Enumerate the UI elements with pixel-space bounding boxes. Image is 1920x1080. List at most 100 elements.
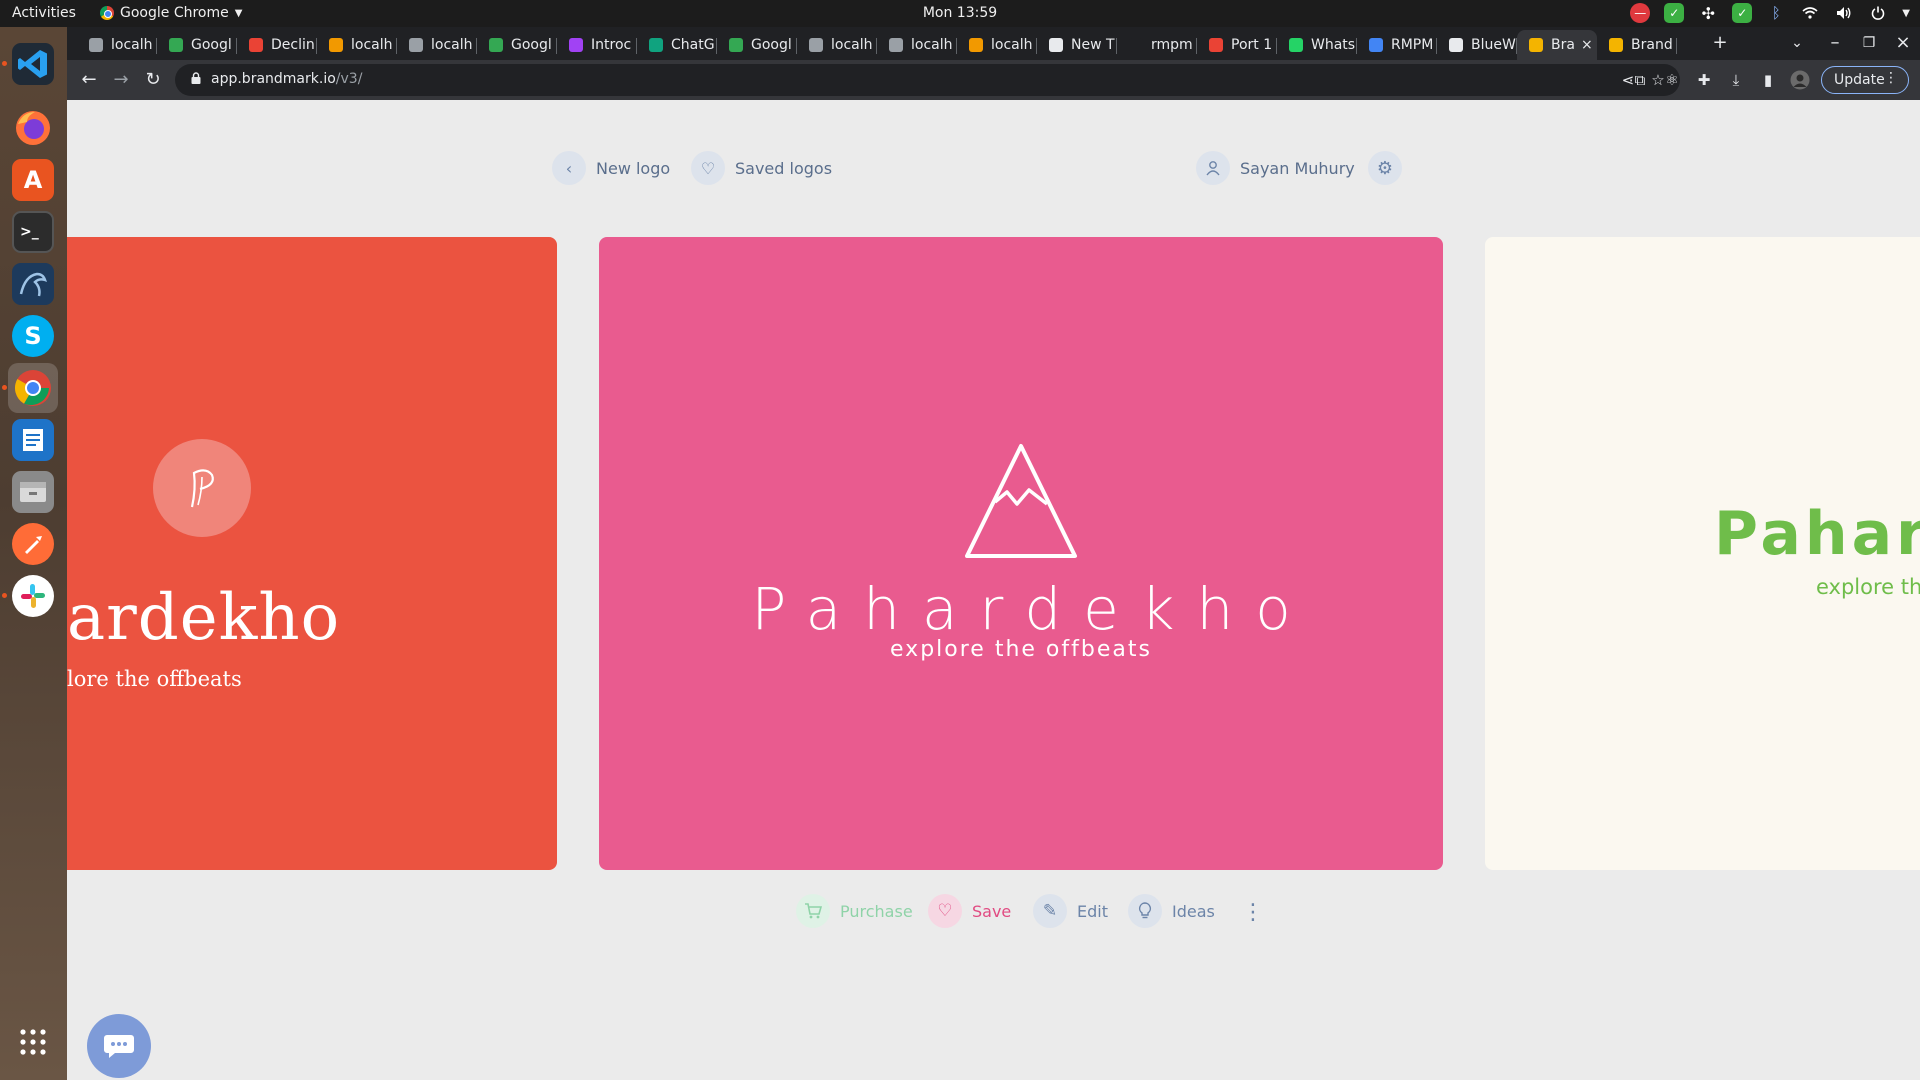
browser-tab[interactable]: localh xyxy=(877,30,957,60)
app-menu[interactable]: Google Chrome ▼ xyxy=(100,5,242,21)
saved-logos-link[interactable]: ♡ Saved logos xyxy=(691,151,832,185)
dock-skype[interactable]: S xyxy=(8,311,58,361)
browser-tab[interactable]: Whats xyxy=(1277,30,1357,60)
wifi-icon[interactable] xyxy=(1800,3,1820,23)
power-icon[interactable] xyxy=(1868,3,1888,23)
browser-tab[interactable]: Googl xyxy=(157,30,237,60)
firefox-icon xyxy=(12,107,54,149)
reload-button[interactable]: ↻ xyxy=(141,68,165,92)
vscode-icon xyxy=(12,43,54,85)
tab-title: BlueW xyxy=(1471,37,1516,53)
tab-favicon-icon xyxy=(1609,38,1623,52)
tab-favicon-icon xyxy=(1369,38,1383,52)
new-tab-button[interactable]: + xyxy=(1708,32,1732,53)
chevron-down-icon[interactable]: ▼ xyxy=(1902,8,1910,19)
tab-title: localh xyxy=(431,37,473,53)
browser-tab[interactable]: Declin xyxy=(237,30,317,60)
download-icon[interactable]: ⤓ xyxy=(1726,70,1746,90)
new-logo-link[interactable]: ‹ New logo xyxy=(552,151,670,185)
dock-terminal[interactable]: >_ xyxy=(8,207,58,257)
purchase-button[interactable]: Purchase xyxy=(796,894,913,928)
chat-support-button[interactable] xyxy=(87,1014,151,1078)
edit-button[interactable]: ✎ Edit xyxy=(1033,894,1108,928)
dock-show-apps[interactable] xyxy=(8,1017,58,1067)
logo-card-previous[interactable]: ardekho lore the offbeats xyxy=(67,237,557,870)
extensions-puzzle-icon[interactable]: ✚ xyxy=(1694,70,1714,90)
dock-mysql[interactable] xyxy=(8,259,58,309)
address-bar[interactable]: app.brandmark.io/v3/ ⋖ ☆ xyxy=(175,64,1680,96)
forward-button[interactable]: → xyxy=(109,68,133,92)
activities-button[interactable]: Activities xyxy=(12,5,76,21)
skype-icon: S xyxy=(12,315,54,357)
more-options-icon[interactable]: ⋮ xyxy=(1242,900,1264,925)
browser-tab[interactable]: ChatG xyxy=(637,30,717,60)
back-button[interactable]: ← xyxy=(77,68,101,92)
side-panel-icon[interactable]: ▮ xyxy=(1758,70,1778,90)
react-devtools-icon[interactable]: ⚛ xyxy=(1662,70,1682,90)
lightbulb-icon xyxy=(1128,894,1162,928)
tab-title: Port 1 xyxy=(1231,37,1273,53)
browser-tab[interactable]: Brand xyxy=(1597,30,1677,60)
tab-search-button[interactable]: ⌄ xyxy=(1785,35,1809,51)
browser-tab[interactable]: Googl xyxy=(477,30,557,60)
browser-tab[interactable]: New T xyxy=(1037,30,1117,60)
browser-tab[interactable]: localh xyxy=(797,30,877,60)
check-icon[interactable]: ✓ xyxy=(1664,3,1685,23)
save-button[interactable]: ♡ Save xyxy=(928,894,1011,928)
browser-tab[interactable]: localh xyxy=(397,30,477,60)
software-center-icon: A xyxy=(12,159,54,201)
tab-close-icon[interactable]: × xyxy=(1581,37,1593,53)
close-window-button[interactable]: × xyxy=(1891,32,1915,53)
update-button[interactable]: Update ⋮ xyxy=(1821,66,1909,94)
ideas-label: Ideas xyxy=(1172,901,1215,921)
dock: A >_ S xyxy=(0,27,67,1080)
tab-title: RMPM xyxy=(1391,37,1434,53)
browser-tab[interactable]: RMPM xyxy=(1357,30,1437,60)
browser-tab[interactable]: Googl xyxy=(717,30,797,60)
tab-favicon-icon xyxy=(569,38,583,52)
tab-favicon-icon xyxy=(169,38,183,52)
browser-tab[interactable]: Bra × xyxy=(1517,30,1597,60)
extension-icon[interactable]: ⧉ xyxy=(1630,70,1650,90)
restore-button[interactable]: ❐ xyxy=(1857,35,1881,51)
dock-postman[interactable] xyxy=(8,519,58,569)
tab-favicon-icon xyxy=(489,38,503,52)
browser-tab[interactable]: localh xyxy=(317,30,397,60)
kebab-menu-icon: ⋮ xyxy=(1884,70,1898,86)
chevron-down-icon: ▼ xyxy=(234,7,243,19)
logo-card-current[interactable]: Pahardekho explore the offbeats xyxy=(599,237,1443,870)
mysql-workbench-icon xyxy=(12,263,54,305)
minimize-button[interactable]: – xyxy=(1823,32,1847,53)
dock-firefox[interactable] xyxy=(8,103,58,153)
browser-tab[interactable]: Port 1 xyxy=(1197,30,1277,60)
slack-tray-icon[interactable]: ✣ xyxy=(1698,3,1718,23)
dock-writer[interactable] xyxy=(8,415,58,465)
gear-icon: ⚙ xyxy=(1368,151,1402,185)
user-name: Sayan Muhury xyxy=(1240,158,1355,178)
bluetooth-icon[interactable]: ᛒ xyxy=(1766,3,1786,23)
browser-tab[interactable]: BlueW xyxy=(1437,30,1517,60)
heart-icon: ♡ xyxy=(928,894,962,928)
dock-chrome[interactable] xyxy=(2,363,58,413)
browser-tab[interactable]: rmpm xyxy=(1117,30,1197,60)
dock-files[interactable] xyxy=(8,467,58,517)
browser-tab[interactable]: localh xyxy=(77,30,157,60)
dock-vscode[interactable] xyxy=(2,39,58,89)
brandmark-page: ‹ New logo ♡ Saved logos Sayan Muhury ⚙ … xyxy=(67,100,1920,1080)
browser-tab[interactable]: Introc xyxy=(557,30,637,60)
dock-slack[interactable] xyxy=(2,571,58,621)
do-not-disturb-icon[interactable]: — xyxy=(1630,3,1651,23)
tab-title: Googl xyxy=(511,37,552,53)
tab-title: Bra xyxy=(1551,37,1575,53)
browser-tab[interactable]: localh xyxy=(957,30,1037,60)
dock-software[interactable]: A xyxy=(8,155,58,205)
profile-avatar[interactable] xyxy=(1790,70,1810,90)
logo-card-next[interactable]: Pahar explore the xyxy=(1485,237,1920,870)
volume-icon[interactable] xyxy=(1834,3,1854,23)
system-top-bar: Activities Google Chrome ▼ Mon 13:59 — ✓… xyxy=(0,0,1920,27)
ideas-button[interactable]: Ideas xyxy=(1128,894,1215,928)
tab-favicon-icon xyxy=(1209,38,1223,52)
check-shield-icon[interactable]: ✓ xyxy=(1732,3,1753,23)
user-menu[interactable]: Sayan Muhury xyxy=(1196,151,1355,185)
settings-button[interactable]: ⚙ xyxy=(1368,151,1402,185)
